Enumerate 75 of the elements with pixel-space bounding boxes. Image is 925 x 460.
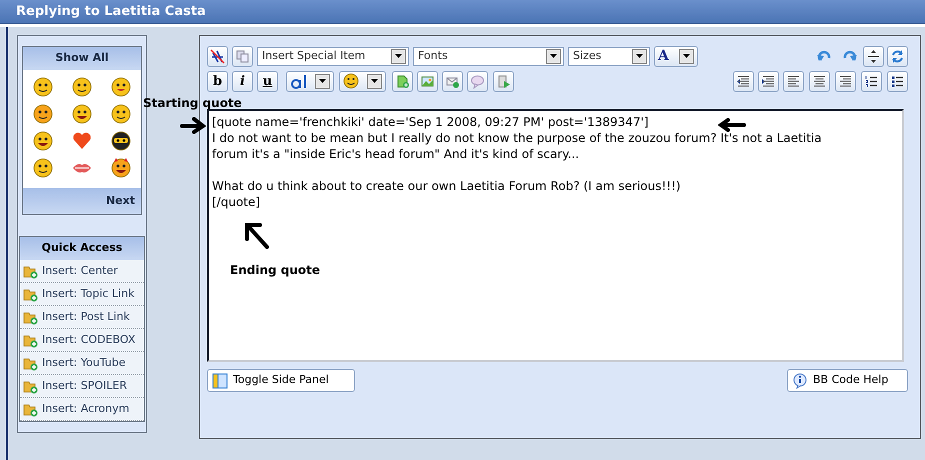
smiley-icon: [343, 73, 359, 89]
bullet-list-button[interactable]: [887, 70, 908, 92]
dropdown-arrow-icon: [636, 54, 643, 58]
align-left-button[interactable]: [783, 70, 804, 92]
indent-icon: [761, 74, 776, 88]
size-dropdown[interactable]: Sizes: [568, 46, 650, 66]
help-button[interactable]: BB Code Help: [787, 369, 908, 392]
insert-email-button[interactable]: [442, 70, 463, 92]
insert-item-dropdown[interactable]: Insert Special Item: [257, 46, 409, 66]
add-folder-icon: [23, 378, 38, 394]
dropdown-arrow-icon: [371, 79, 378, 83]
remove-format-button[interactable]: [207, 46, 228, 66]
next-button[interactable]: Next: [106, 192, 135, 210]
add-folder-icon: [23, 332, 38, 348]
quick-access-title: Quick Access: [20, 237, 144, 260]
smiley-dropdown[interactable]: [339, 70, 386, 92]
pages-icon: [235, 48, 250, 64]
quick-access-item[interactable]: Insert: Center: [20, 260, 144, 283]
align-left-icon: [786, 74, 801, 88]
arrow-drawing: [243, 221, 270, 249]
ninja-smiley-icon[interactable]: [110, 130, 132, 152]
quick-access-item[interactable]: Insert: Topic Link: [20, 283, 144, 306]
quick-access-item[interactable]: Insert: SPOILER: [20, 375, 144, 398]
align-center-button[interactable]: [809, 70, 830, 92]
bold-button[interactable]: b: [207, 70, 228, 92]
arrow-drawing: [718, 118, 746, 132]
insert-media-button[interactable]: [493, 70, 514, 92]
refresh-button[interactable]: [887, 46, 908, 66]
italic-button[interactable]: i: [232, 70, 253, 92]
align-right-button[interactable]: [835, 70, 856, 92]
arrow-drawing: [180, 117, 206, 134]
outdent-button[interactable]: [733, 70, 754, 92]
annotation-text: Ending quote: [230, 262, 320, 279]
page-plus-icon: [395, 74, 410, 88]
add-folder-icon: [23, 356, 38, 370]
add-folder-icon: [23, 310, 38, 324]
resize-button[interactable]: [863, 46, 884, 66]
quick-access-item[interactable]: Insert: Post Link: [20, 306, 144, 329]
underline-button[interactable]: u: [257, 70, 278, 92]
font-dropdown[interactable]: Fonts: [413, 46, 564, 66]
indent-button[interactable]: [758, 70, 779, 92]
text-style-dropdown[interactable]: [286, 70, 334, 92]
expand-collapse-icon: [866, 48, 881, 64]
insert-image-button[interactable]: [417, 70, 438, 92]
struck-letter-icon: [210, 48, 225, 64]
insert-quote-button[interactable]: [467, 70, 488, 92]
devil-smiley-icon[interactable]: [110, 157, 132, 179]
align-center-icon: [812, 74, 827, 88]
annotation-text: Starting quote: [143, 95, 242, 112]
bullet-list-icon: [890, 74, 905, 88]
refresh-icon: [890, 48, 905, 64]
quick-access-item[interactable]: Insert: CODEBOX: [20, 329, 144, 352]
add-folder-icon: [23, 264, 38, 278]
play-document-icon: [496, 74, 511, 88]
align-right-icon: [838, 74, 853, 88]
window-title: Replying to Laetitia Casta: [16, 2, 206, 21]
image-icon: [420, 74, 435, 88]
quick-access-item[interactable]: Insert: YouTube: [20, 352, 144, 375]
add-folder-icon: [23, 402, 38, 416]
dropdown-arrow-icon: [319, 79, 326, 83]
dropdown-arrow-icon: [550, 54, 557, 58]
quick-access-item[interactable]: Insert: Acronym: [20, 398, 144, 421]
dropdown-arrow-icon: [683, 54, 690, 58]
font-color-dropdown[interactable]: A: [654, 46, 698, 66]
speech-bubble-icon: [470, 74, 485, 88]
toggle-panel-button[interactable]: Toggle Side Panel: [207, 369, 355, 392]
dropdown-arrow-icon: [395, 54, 402, 58]
add-folder-icon: [23, 286, 38, 302]
show-all-button[interactable]: Show All: [23, 47, 141, 70]
numbered-list-icon: [864, 74, 879, 88]
numbered-list-button[interactable]: [861, 70, 882, 92]
info-icon: [792, 372, 808, 388]
insert-link-button[interactable]: [392, 70, 413, 92]
outdent-icon: [736, 74, 751, 88]
side-panel-icon: [212, 372, 228, 388]
